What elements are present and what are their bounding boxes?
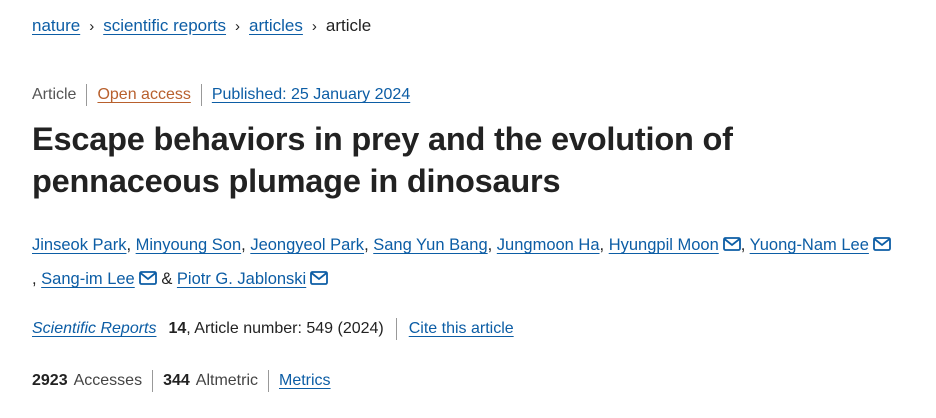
citation-details: , Article number: 549 (2024): [186, 320, 384, 337]
divider: [268, 370, 269, 392]
author-separator: ,: [241, 236, 251, 254]
breadcrumb: nature › scientific reports › articles ›…: [32, 16, 371, 36]
chevron-right-icon: ›: [89, 17, 95, 35]
journal-link[interactable]: Scientific Reports: [32, 320, 157, 338]
divider: [86, 84, 88, 106]
author-separator: ,: [126, 236, 136, 254]
author-link[interactable]: Jinseok Park: [32, 236, 126, 254]
author-link[interactable]: Jeongyeol Park: [250, 236, 364, 254]
author-separator: &: [156, 270, 177, 288]
citation-line: Scientific Reports 14 , Article number: …: [32, 318, 514, 340]
title-line-2: pennaceous plumage in dinosaurs: [32, 163, 561, 199]
author-link[interactable]: Sang-im Lee: [41, 270, 135, 288]
chevron-right-icon: ›: [235, 17, 241, 35]
author-list: Jinseok Park, Minyoung Son, Jeongyeol Pa…: [32, 228, 912, 296]
author-separator: ,: [487, 236, 497, 254]
author-link[interactable]: Sang Yun Bang: [373, 236, 487, 254]
author-link[interactable]: Minyoung Son: [136, 236, 242, 254]
volume-number: 14: [168, 320, 187, 337]
author-separator: ,: [599, 236, 609, 254]
article-header: nature › scientific reports › articles ›…: [0, 0, 936, 418]
article-meta: Article Open access Published: 25 Januar…: [32, 84, 410, 106]
author-link[interactable]: Hyungpil Moon: [609, 236, 719, 254]
article-metrics: 2923 Accesses 344 Altmetric Metrics: [32, 370, 331, 392]
divider: [395, 318, 397, 340]
mail-icon[interactable]: [872, 237, 891, 251]
mail-icon[interactable]: [310, 271, 329, 285]
metrics-link[interactable]: Metrics: [279, 372, 331, 390]
breadcrumb-current: article: [325, 16, 372, 35]
author-separator: ,: [740, 236, 750, 254]
author-separator: ,: [32, 270, 42, 288]
author-link[interactable]: Jungmoon Ha: [497, 236, 600, 254]
page-title: Escape behaviors in prey and the evoluti…: [32, 118, 912, 202]
published-date-link[interactable]: Published: 25 January 2024: [212, 86, 410, 104]
article-type: Article: [32, 86, 77, 103]
author-link[interactable]: Yuong-Nam Lee: [750, 236, 869, 254]
mail-icon[interactable]: [722, 237, 741, 251]
accesses-count: 2923: [32, 372, 68, 389]
altmetric-label: Altmetric: [195, 372, 258, 389]
author-separator: ,: [364, 236, 374, 254]
breadcrumb-articles[interactable]: articles: [249, 16, 303, 36]
author-link[interactable]: Piotr G. Jablonski: [177, 270, 306, 288]
divider: [200, 84, 202, 106]
title-line-1: Escape behaviors in prey and the evoluti…: [32, 121, 733, 157]
chevron-right-icon: ›: [311, 17, 317, 35]
breadcrumb-nature[interactable]: nature: [32, 16, 80, 36]
mail-icon[interactable]: [138, 271, 157, 285]
open-access-link[interactable]: Open access: [97, 86, 190, 104]
breadcrumb-scientific-reports[interactable]: scientific reports: [103, 16, 226, 36]
cite-this-article-link[interactable]: Cite this article: [409, 320, 514, 338]
accesses-label: Accesses: [73, 372, 143, 389]
divider: [152, 370, 154, 392]
altmetric-count: 344: [163, 372, 190, 389]
